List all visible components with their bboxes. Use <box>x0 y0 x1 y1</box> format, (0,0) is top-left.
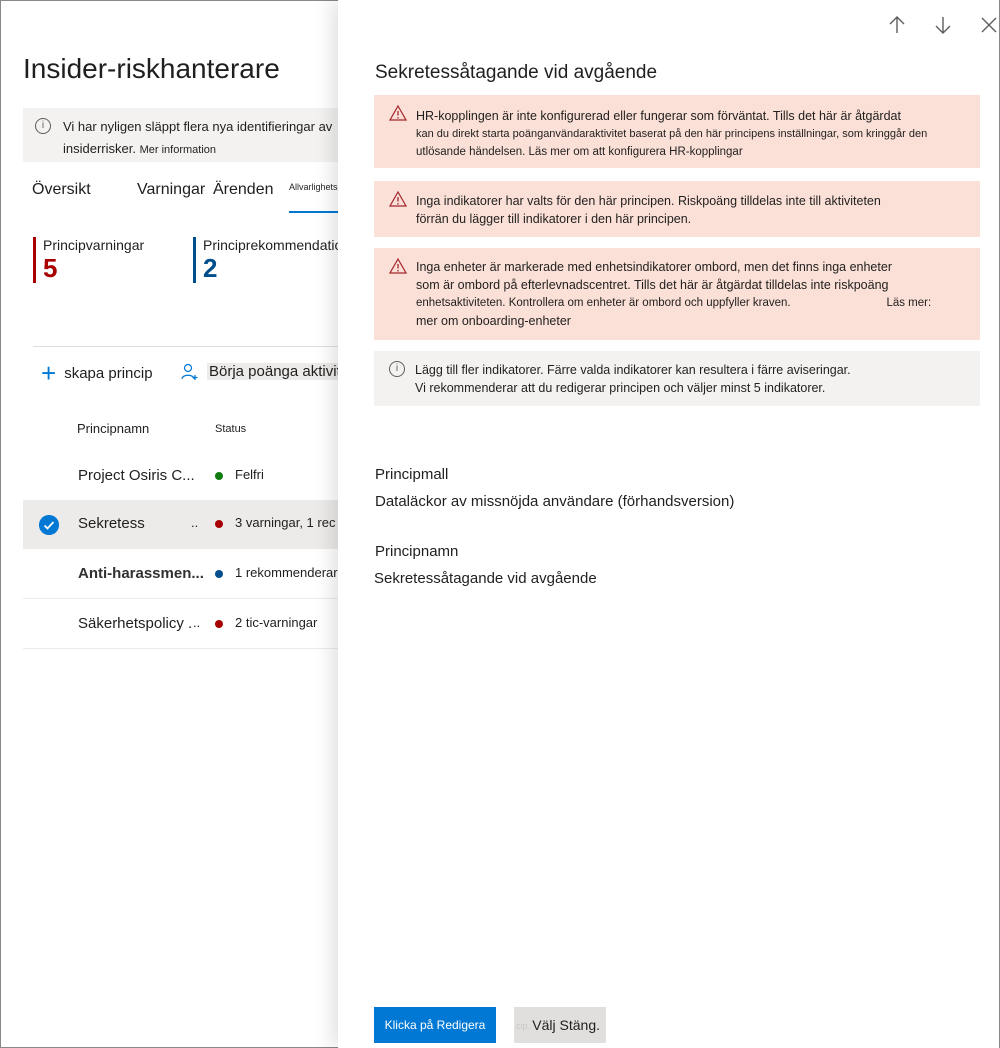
policy-name-value: Sekretessåtagande vid avgående <box>374 570 597 587</box>
policy-template-value: Dataläckor av missnöjda användare (förha… <box>375 493 735 510</box>
info-text: Lägg till fler indikatorer. Färre valda … <box>415 361 975 397</box>
status-dot <box>215 620 223 628</box>
create-policy-button[interactable]: + skapa princip <box>41 358 153 388</box>
info-line: Lägg till fler indikatorer. Färre valda … <box>415 363 851 377</box>
warning-message-devices: Inga enheter är markerade med enhetsindi… <box>374 248 980 340</box>
status-dot <box>215 520 223 528</box>
kpi-value: 5 <box>43 253 58 283</box>
tab-overview[interactable]: Översikt <box>32 181 91 199</box>
warning-text: HR-kopplingen är inte konfigurerad eller… <box>416 107 976 161</box>
kpi-policy-recommendations[interactable]: Principrekommendation 2 <box>193 237 350 283</box>
warning-line[interactable]: utlösande händelsen. Läs mer om att konf… <box>416 143 976 161</box>
info-line: Vi rekommenderar att du redigerar princi… <box>415 381 826 395</box>
warning-line: kan du direkt starta poänganvändaraktivi… <box>416 128 928 140</box>
policy-name: Säkerhetspolicy . <box>78 615 193 632</box>
kpi-label: Principrekommendation <box>203 237 351 253</box>
plus-icon: + <box>41 358 57 388</box>
warning-icon <box>389 258 407 274</box>
policy-name: Anti-harassmen... <box>78 565 204 582</box>
column-header-name[interactable]: Principnamn <box>77 421 149 436</box>
warning-line: HR-kopplingen är inte konfigurerad eller… <box>416 109 901 123</box>
warning-text: Inga enheter är markerade med enhetsindi… <box>416 258 976 330</box>
edit-button[interactable]: Klicka på Redigera <box>374 1007 496 1043</box>
kpi-policy-alerts[interactable]: Principvarningar 5 <box>33 237 144 283</box>
warning-icon <box>389 191 407 207</box>
table-row[interactable]: Sekretess .. 3 varningar, 1 rec <box>23 501 339 549</box>
info-icon: i <box>389 361 405 377</box>
warning-line: enhetsaktiviteten. Kontrollera om enhete… <box>416 297 932 309</box>
policy-status: 3 varningar, 1 rec <box>235 515 336 530</box>
kpi-bar <box>33 237 36 283</box>
table-row[interactable]: Anti-harassmen... 1 rekommenderar <box>23 551 339 599</box>
kpi-bar <box>193 237 196 283</box>
edit-button-ghost-text: cip. <box>516 1021 531 1031</box>
divider <box>33 346 339 347</box>
policy-name: Project Osiris C... <box>78 467 195 484</box>
arrow-down-icon[interactable] <box>932 14 954 36</box>
tab-cases[interactable]: Ärenden <box>213 181 274 199</box>
policy-name: Sekretess <box>78 515 145 532</box>
policy-status: 1 rekommenderar <box>235 565 338 580</box>
arrow-up-icon[interactable] <box>886 14 908 36</box>
person-add-icon[interactable] <box>181 363 199 381</box>
info-banner: i Vi har nyligen släppt flera nya identi… <box>23 108 339 162</box>
policy-name-label: Principnamn <box>375 543 459 560</box>
warning-message-no-indicators: Inga indikatorer har valts för den här p… <box>374 181 980 237</box>
start-scoring-label: Börja poänga aktivitet <box>207 363 339 380</box>
warning-line: förrän du lägger till indikatorer i den … <box>416 212 692 226</box>
status-dot <box>215 472 223 480</box>
info-banner-text: Vi har nyligen släppt flera nya identifi… <box>63 116 333 161</box>
warning-line: Inga indikatorer har valts för den här p… <box>416 194 881 208</box>
start-scoring-button[interactable]: Börja poänga aktivitet <box>207 363 339 380</box>
policy-status: 2 tic-varningar <box>235 615 318 630</box>
tab-alerts[interactable]: Varningar <box>137 181 205 199</box>
close-icon[interactable] <box>978 14 1000 36</box>
status-dot <box>215 570 223 578</box>
kpi-label: Principvarningar <box>43 237 145 253</box>
more-options-dots[interactable]: .. <box>191 515 198 530</box>
warning-icon <box>389 105 407 121</box>
selected-check-icon[interactable] <box>39 515 59 535</box>
create-policy-label: skapa princip <box>64 364 153 382</box>
policy-details-panel: Sekretessåtagande vid avgående HR-koppli… <box>338 0 1000 1048</box>
policy-template-label: Principmall <box>375 466 449 483</box>
tab-active-indicator <box>289 211 339 213</box>
policy-status: Felfri <box>235 467 264 482</box>
table-row[interactable]: Project Osiris C... Felfri <box>23 453 339 501</box>
more-options-dots[interactable]: .. <box>193 615 200 630</box>
info-message-add-indicators: i Lägg till fler indikatorer. Färre vald… <box>374 351 980 406</box>
warning-line: Inga enheter är markerade med enhetsindi… <box>416 260 892 274</box>
info-banner-link[interactable]: Mer information <box>140 144 216 156</box>
page-title: Insider-riskhanterare <box>23 53 280 84</box>
panel-title: Sekretessåtagande vid avgående <box>375 62 658 83</box>
info-icon: i <box>35 118 51 134</box>
kpi-value: 2 <box>203 253 218 283</box>
table-row[interactable]: Säkerhetspolicy . .. 2 tic-varningar <box>23 601 339 649</box>
warning-text: Inga indikatorer har valts för den här p… <box>416 192 976 228</box>
warning-message-hr-connector: HR-kopplingen är inte konfigurerad eller… <box>374 95 980 168</box>
warning-link[interactable]: mer om onboarding-enheter <box>416 312 976 330</box>
warning-line: som är ombord på efterlevnadscentret. Ti… <box>416 278 889 292</box>
column-header-status[interactable]: Status <box>215 423 246 435</box>
